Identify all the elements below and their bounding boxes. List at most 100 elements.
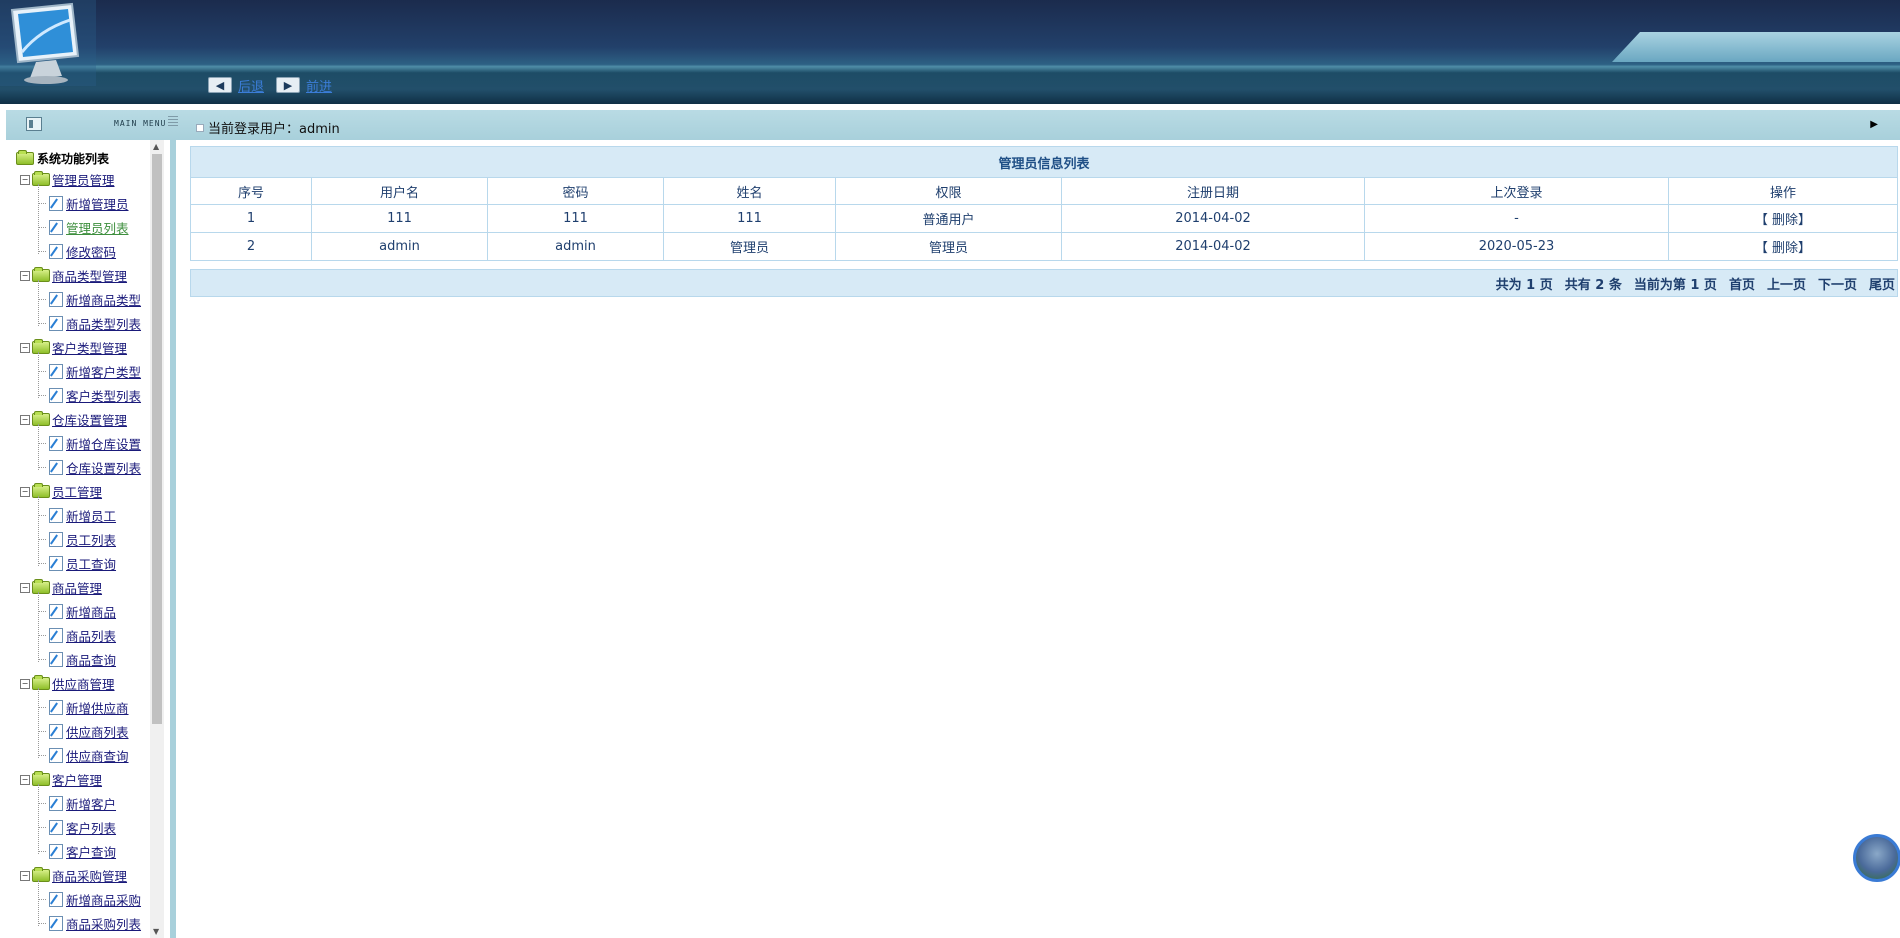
tree-item-link[interactable]: 新增管理员 [66,194,129,213]
tree-group[interactable]: − 供应商管理 [20,674,115,693]
tree-item-link[interactable]: 修改密码 [66,242,116,261]
collapse-minus-icon[interactable]: − [20,270,30,281]
delete-link[interactable]: 【 删除】 [1668,232,1898,261]
tree-group[interactable]: − 商品采购管理 [20,866,127,885]
collapse-arrow-icon[interactable]: ▶ [1870,119,1878,130]
tree-item[interactable]: 客户列表 [38,818,116,837]
pager-first-link[interactable]: 首页 [1729,274,1755,293]
tree-group-label[interactable]: 员工管理 [52,482,102,501]
tree-item-link[interactable]: 管理员列表 [66,218,129,237]
tree-item[interactable]: 管理员列表 [38,218,129,237]
tree-group[interactable]: − 商品类型管理 [20,266,127,285]
tree-item[interactable]: 客户类型列表 [38,386,141,405]
tree-item[interactable]: 员工查询 [38,554,116,573]
document-edit-icon [49,748,63,763]
tree-item-link[interactable]: 供应商列表 [66,722,129,741]
tree-item-link[interactable]: 客户查询 [66,842,116,861]
tree-item-link[interactable]: 客户类型列表 [66,386,141,405]
tree-item-link[interactable]: 新增商品类型 [66,290,141,309]
tree-item-link[interactable]: 仓库设置列表 [66,458,141,477]
pager-last-link[interactable]: 尾页 [1869,274,1895,293]
collapse-minus-icon[interactable]: − [20,342,30,353]
collapse-minus-icon[interactable]: − [20,870,30,881]
tree-item-link[interactable]: 新增供应商 [66,698,129,717]
tree-group-label[interactable]: 商品类型管理 [52,266,127,285]
tree-item-link[interactable]: 商品列表 [66,626,116,645]
collapse-minus-icon[interactable]: − [20,486,30,497]
main-menu-label: MAIN MENU [114,119,167,128]
tree-root[interactable]: 系统功能列表 [16,150,109,167]
tree-group[interactable]: − 客户管理 [20,770,102,789]
tree-item[interactable]: 供应商查询 [38,746,129,765]
tree-group-label[interactable]: 仓库设置管理 [52,410,127,429]
tree-group-label[interactable]: 客户管理 [52,770,102,789]
forward-link[interactable]: 前进 [306,76,332,95]
tree-item-link[interactable]: 客户列表 [66,818,116,837]
collapse-minus-icon[interactable]: − [20,678,30,689]
tree-group[interactable]: − 管理员管理 [20,170,115,189]
pager-next-link[interactable]: 下一页 [1818,274,1857,293]
collapse-minus-icon[interactable]: − [20,414,30,425]
tree-item[interactable]: 新增管理员 [38,194,129,213]
tree-group[interactable]: − 员工管理 [20,482,102,501]
tree-group-label[interactable]: 管理员管理 [52,170,115,189]
scroll-up-icon[interactable]: ▲ [153,142,159,151]
cell-index: 1 [190,204,312,233]
tree-group[interactable]: − 客户类型管理 [20,338,127,357]
tree-group[interactable]: − 仓库设置管理 [20,410,127,429]
forward-arrow-icon[interactable]: ▶ [276,77,301,93]
tree-group-label[interactable]: 供应商管理 [52,674,115,693]
scroll-thumb[interactable] [152,154,162,724]
tree-item[interactable]: 员工列表 [38,530,116,549]
back-arrow-icon[interactable]: ◀ [208,77,232,93]
collapse-minus-icon[interactable]: − [20,174,30,185]
tree-item-link[interactable]: 新增员工 [66,506,116,525]
document-edit-icon [49,532,63,547]
tree-item[interactable]: 新增客户 [38,794,116,813]
tree-group-label[interactable]: 商品采购管理 [52,866,127,885]
tree-group-label[interactable]: 商品管理 [52,578,102,597]
document-edit-icon [49,724,63,739]
tree-group[interactable]: − 商品管理 [20,578,102,597]
tree-item[interactable]: 修改密码 [38,242,116,261]
tree-item-link[interactable]: 新增客户类型 [66,362,141,381]
collapse-minus-icon[interactable]: − [20,774,30,785]
tree-item-link[interactable]: 新增客户 [66,794,116,813]
tree-item[interactable]: 新增供应商 [38,698,129,717]
menu-toggle-icon[interactable] [26,117,42,131]
tree-item-link[interactable]: 新增商品 [66,602,116,621]
scroll-down-icon[interactable]: ▼ [153,927,159,936]
tree-item-link[interactable]: 商品类型列表 [66,314,141,333]
tree-item[interactable]: 商品列表 [38,626,116,645]
pager-prev-link[interactable]: 上一页 [1767,274,1806,293]
tree-item[interactable]: 供应商列表 [38,722,129,741]
tree-item[interactable]: 新增员工 [38,506,116,525]
tree-item[interactable]: 新增商品 [38,602,116,621]
tree-item-link[interactable]: 新增商品采购 [66,890,141,909]
tree-item[interactable]: 客户查询 [38,842,116,861]
tree-item-link[interactable]: 员工列表 [66,530,116,549]
col-header: 注册日期 [1061,177,1365,205]
tree-item-link[interactable]: 商品查询 [66,650,116,669]
folder-icon [32,867,50,882]
tree-item[interactable]: 商品采购列表 [38,914,141,933]
tree-item[interactable]: 仓库设置列表 [38,458,141,477]
tree-item-link[interactable]: 供应商查询 [66,746,129,765]
sidebar-scrollbar[interactable]: ▲ ▼ [150,140,164,938]
menu-grip-icon[interactable] [168,116,178,128]
tree-group-label[interactable]: 客户类型管理 [52,338,127,357]
tree-item-link[interactable]: 商品采购列表 [66,914,141,933]
back-link[interactable]: 后退 [238,76,264,95]
collapse-minus-icon[interactable]: − [20,582,30,593]
tree-item[interactable]: 新增客户类型 [38,362,141,381]
delete-link[interactable]: 【 删除】 [1668,204,1898,233]
tree-item[interactable]: 商品查询 [38,650,116,669]
tree-item-link[interactable]: 员工查询 [66,554,116,573]
tree-item[interactable]: 商品类型列表 [38,314,141,333]
function-tree: 系统功能列表 − 管理员管理新增管理员管理员列表修改密码 − 商品类型管理新增商品类型… [6,140,148,938]
avatar-icon[interactable] [1853,834,1900,882]
tree-item[interactable]: 新增商品采购 [38,890,141,909]
tree-item[interactable]: 新增仓库设置 [38,434,141,453]
tree-item-link[interactable]: 新增仓库设置 [66,434,141,453]
tree-item[interactable]: 新增商品类型 [38,290,141,309]
